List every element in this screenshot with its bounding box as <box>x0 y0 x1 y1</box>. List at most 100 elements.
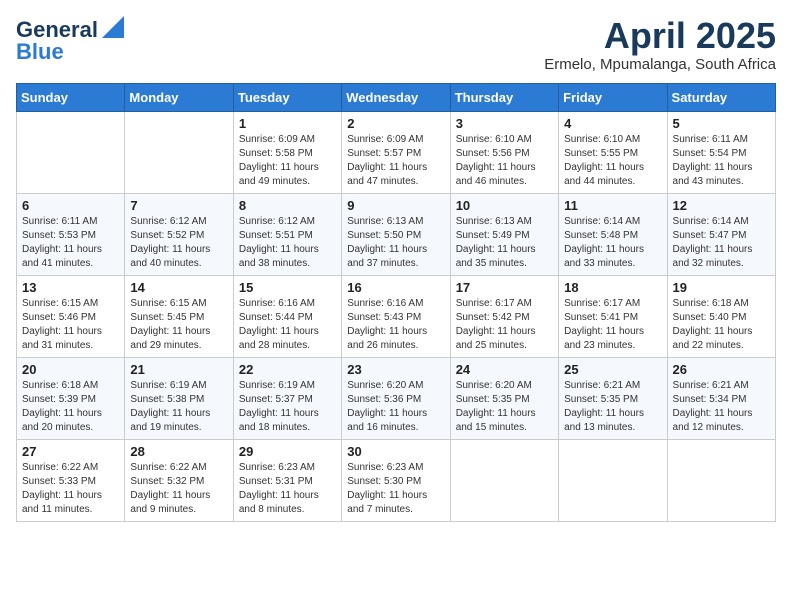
calendar-day-cell: 22 Sunrise: 6:19 AM Sunset: 5:37 PM Dayli… <box>233 357 341 439</box>
calendar-day-cell: 1 Sunrise: 6:09 AM Sunset: 5:58 PM Daylig… <box>233 111 341 193</box>
day-number: 21 <box>130 362 227 377</box>
day-number: 22 <box>239 362 336 377</box>
calendar-day-cell: 25Sunrise: 6:21 AM Sunset: 5:35 PM Dayli… <box>559 357 667 439</box>
day-number: 26 <box>673 362 770 377</box>
calendar-week-row: 6 Sunrise: 6:11 AM Sunset: 5:53 PM Daylig… <box>17 193 776 275</box>
calendar-day-cell: 5Sunrise: 6:11 AM Sunset: 5:54 PM Daylig… <box>667 111 775 193</box>
calendar-header-row: SundayMondayTuesdayWednesdayThursdayFrid… <box>17 83 776 111</box>
calendar-day-cell: 7 Sunrise: 6:12 AM Sunset: 5:52 PM Daylig… <box>125 193 233 275</box>
day-info: Sunrise: 6:10 AM Sunset: 5:56 PM Dayligh… <box>456 133 553 189</box>
day-of-week-header: Friday <box>559 83 667 111</box>
calendar-day-cell: 30 Sunrise: 6:23 AM Sunset: 5:30 PM Dayli… <box>342 439 450 521</box>
day-of-week-header: Wednesday <box>342 83 450 111</box>
day-number: 27 <box>22 444 119 459</box>
day-info: Sunrise: 6:19 AM Sunset: 5:37 PM Dayligh… <box>239 379 336 435</box>
day-info: Sunrise: 6:15 AM Sunset: 5:45 PM Dayligh… <box>130 297 227 353</box>
calendar-day-cell <box>17 111 125 193</box>
calendar-day-cell <box>559 439 667 521</box>
day-number: 2 <box>347 116 444 131</box>
day-number: 8 <box>239 198 336 213</box>
calendar-day-cell: 15 Sunrise: 6:16 AM Sunset: 5:44 PM Dayli… <box>233 275 341 357</box>
calendar-day-cell: 4Sunrise: 6:10 AM Sunset: 5:55 PM Daylig… <box>559 111 667 193</box>
day-info: Sunrise: 6:18 AM Sunset: 5:40 PM Dayligh… <box>673 297 770 353</box>
day-number: 24 <box>456 362 553 377</box>
calendar-week-row: 13 Sunrise: 6:15 AM Sunset: 5:46 PM Dayli… <box>17 275 776 357</box>
calendar-day-cell <box>450 439 558 521</box>
day-info: Sunrise: 6:13 AM Sunset: 5:50 PM Dayligh… <box>347 215 444 271</box>
day-info: Sunrise: 6:19 AM Sunset: 5:38 PM Dayligh… <box>130 379 227 435</box>
calendar-day-cell <box>125 111 233 193</box>
day-of-week-header: Thursday <box>450 83 558 111</box>
day-number: 18 <box>564 280 661 295</box>
calendar-day-cell: 24 Sunrise: 6:20 AM Sunset: 5:35 PM Dayli… <box>450 357 558 439</box>
day-number: 12 <box>673 198 770 213</box>
day-info: Sunrise: 6:16 AM Sunset: 5:44 PM Dayligh… <box>239 297 336 353</box>
day-info: Sunrise: 6:13 AM Sunset: 5:49 PM Dayligh… <box>456 215 553 271</box>
day-info: Sunrise: 6:11 AM Sunset: 5:53 PM Dayligh… <box>22 215 119 271</box>
calendar-day-cell: 19 Sunrise: 6:18 AM Sunset: 5:40 PM Dayli… <box>667 275 775 357</box>
day-of-week-header: Monday <box>125 83 233 111</box>
calendar-day-cell: 11Sunrise: 6:14 AM Sunset: 5:48 PM Dayli… <box>559 193 667 275</box>
day-info: Sunrise: 6:20 AM Sunset: 5:36 PM Dayligh… <box>347 379 444 435</box>
day-number: 23 <box>347 362 444 377</box>
calendar-day-cell: 21 Sunrise: 6:19 AM Sunset: 5:38 PM Dayli… <box>125 357 233 439</box>
calendar-day-cell: 23 Sunrise: 6:20 AM Sunset: 5:36 PM Dayli… <box>342 357 450 439</box>
day-info: Sunrise: 6:15 AM Sunset: 5:46 PM Dayligh… <box>22 297 119 353</box>
day-info: Sunrise: 6:12 AM Sunset: 5:51 PM Dayligh… <box>239 215 336 271</box>
day-number: 28 <box>130 444 227 459</box>
calendar-day-cell: 27Sunrise: 6:22 AM Sunset: 5:33 PM Dayli… <box>17 439 125 521</box>
day-number: 10 <box>456 198 553 213</box>
logo: General Blue <box>16 16 124 65</box>
day-info: Sunrise: 6:16 AM Sunset: 5:43 PM Dayligh… <box>347 297 444 353</box>
day-number: 19 <box>673 280 770 295</box>
day-number: 17 <box>456 280 553 295</box>
day-info: Sunrise: 6:09 AM Sunset: 5:57 PM Dayligh… <box>347 133 444 189</box>
logo-blue-text: Blue <box>16 39 64 65</box>
day-number: 30 <box>347 444 444 459</box>
day-number: 15 <box>239 280 336 295</box>
day-info: Sunrise: 6:10 AM Sunset: 5:55 PM Dayligh… <box>564 133 661 189</box>
calendar-day-cell: 26 Sunrise: 6:21 AM Sunset: 5:34 PM Dayli… <box>667 357 775 439</box>
day-info: Sunrise: 6:23 AM Sunset: 5:30 PM Dayligh… <box>347 461 444 517</box>
day-number: 14 <box>130 280 227 295</box>
calendar-week-row: 1 Sunrise: 6:09 AM Sunset: 5:58 PM Daylig… <box>17 111 776 193</box>
title-block: April 2025 Ermelo, Mpumalanga, South Afr… <box>544 16 776 73</box>
location-subtitle: Ermelo, Mpumalanga, South Africa <box>544 56 776 73</box>
calendar-week-row: 27Sunrise: 6:22 AM Sunset: 5:33 PM Dayli… <box>17 439 776 521</box>
day-number: 20 <box>22 362 119 377</box>
day-info: Sunrise: 6:09 AM Sunset: 5:58 PM Dayligh… <box>239 133 336 189</box>
day-number: 16 <box>347 280 444 295</box>
day-info: Sunrise: 6:17 AM Sunset: 5:42 PM Dayligh… <box>456 297 553 353</box>
calendar-day-cell: 3Sunrise: 6:10 AM Sunset: 5:56 PM Daylig… <box>450 111 558 193</box>
day-number: 5 <box>673 116 770 131</box>
calendar-day-cell: 28 Sunrise: 6:22 AM Sunset: 5:32 PM Dayli… <box>125 439 233 521</box>
day-number: 25 <box>564 362 661 377</box>
calendar-day-cell: 2 Sunrise: 6:09 AM Sunset: 5:57 PM Daylig… <box>342 111 450 193</box>
calendar-day-cell: 18 Sunrise: 6:17 AM Sunset: 5:41 PM Dayli… <box>559 275 667 357</box>
month-title: April 2025 <box>544 16 776 56</box>
calendar-day-cell: 16 Sunrise: 6:16 AM Sunset: 5:43 PM Dayli… <box>342 275 450 357</box>
day-info: Sunrise: 6:22 AM Sunset: 5:32 PM Dayligh… <box>130 461 227 517</box>
logo-triangle-icon <box>102 16 124 43</box>
calendar-day-cell: 13 Sunrise: 6:15 AM Sunset: 5:46 PM Dayli… <box>17 275 125 357</box>
day-number: 11 <box>564 198 661 213</box>
day-number: 1 <box>239 116 336 131</box>
calendar-week-row: 20 Sunrise: 6:18 AM Sunset: 5:39 PM Dayli… <box>17 357 776 439</box>
day-info: Sunrise: 6:20 AM Sunset: 5:35 PM Dayligh… <box>456 379 553 435</box>
day-info: Sunrise: 6:23 AM Sunset: 5:31 PM Dayligh… <box>239 461 336 517</box>
day-info: Sunrise: 6:18 AM Sunset: 5:39 PM Dayligh… <box>22 379 119 435</box>
day-number: 7 <box>130 198 227 213</box>
calendar-table: SundayMondayTuesdayWednesdayThursdayFrid… <box>16 83 776 522</box>
day-number: 29 <box>239 444 336 459</box>
calendar-day-cell <box>667 439 775 521</box>
day-of-week-header: Sunday <box>17 83 125 111</box>
calendar-day-cell: 9Sunrise: 6:13 AM Sunset: 5:50 PM Daylig… <box>342 193 450 275</box>
page-header: General Blue April 2025 Ermelo, Mpumalan… <box>16 16 776 73</box>
calendar-day-cell: 8 Sunrise: 6:12 AM Sunset: 5:51 PM Daylig… <box>233 193 341 275</box>
calendar-day-cell: 29 Sunrise: 6:23 AM Sunset: 5:31 PM Dayli… <box>233 439 341 521</box>
day-info: Sunrise: 6:17 AM Sunset: 5:41 PM Dayligh… <box>564 297 661 353</box>
day-info: Sunrise: 6:12 AM Sunset: 5:52 PM Dayligh… <box>130 215 227 271</box>
day-number: 6 <box>22 198 119 213</box>
day-info: Sunrise: 6:21 AM Sunset: 5:34 PM Dayligh… <box>673 379 770 435</box>
day-number: 13 <box>22 280 119 295</box>
